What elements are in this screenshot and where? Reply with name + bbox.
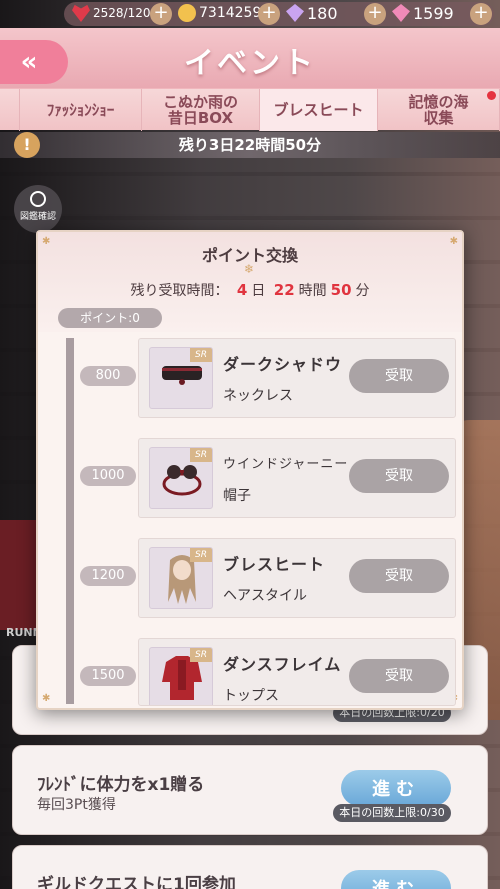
- task-card: ﾌﾚﾝﾄﾞに体力をx1贈る 毎回3Pt獲得 進む 本日の回数上限:0/30: [12, 745, 488, 835]
- stamina-counter: 2528/120: [72, 2, 151, 24]
- task-card: ギルドクエストに1回参加 進む: [12, 845, 488, 889]
- item-name: ウインドジャーニー: [223, 457, 349, 472]
- tier-points: 800: [80, 366, 136, 386]
- gold-value: 7314259: [199, 5, 262, 21]
- point-exchange-dialog: ✱ ✱ ✱ ✱ ポイント交換 ❄ 残り受取時間： 4日 22時間50分 ポイント…: [36, 230, 464, 710]
- task-reward: 毎回3Pt獲得: [37, 797, 116, 813]
- rarity-badge: SR: [190, 448, 212, 462]
- heart-icon: [72, 4, 90, 22]
- pink-diamond-counter: 1599: [392, 2, 454, 24]
- tab-fashion-show[interactable]: ﾌｧｯｼｮﾝｼｮｰ: [20, 89, 142, 131]
- item-category: ネックレス: [223, 388, 293, 404]
- hour-unit: 時間: [298, 283, 327, 299]
- claim-button[interactable]: 受取: [349, 459, 449, 493]
- item-name: ブレスヒート: [223, 555, 326, 574]
- pink-diamond-value: 1599: [413, 3, 454, 23]
- task-name: ﾌﾚﾝﾄﾞに体力をx1贈る: [37, 775, 205, 795]
- item-thumbnail[interactable]: SR: [149, 447, 213, 509]
- item-category: 帽子: [223, 488, 251, 504]
- item-thumbnail[interactable]: SR: [149, 547, 213, 609]
- day-unit: 日: [251, 283, 266, 299]
- tab-label: こぬか雨の 昔日BOX: [162, 93, 238, 127]
- diamond-icon: [286, 4, 304, 22]
- tab-label: ﾌｧｯｼｮﾝｼｮｰ: [46, 101, 115, 119]
- page-title: イベント: [184, 46, 316, 81]
- corner-ornament-icon: ✱: [42, 693, 51, 704]
- task-go-button[interactable]: 進む: [341, 770, 451, 806]
- item-category: トップス: [223, 688, 279, 704]
- minute-unit: 分: [355, 283, 370, 299]
- tab-label: ブレスヒート: [273, 101, 364, 119]
- claim-button[interactable]: 受取: [349, 559, 449, 593]
- item-name: ダンスフレイム: [223, 655, 342, 674]
- snowflake-icon: ❄: [244, 262, 255, 276]
- reward-item: SR ダンスフレイム トップス 受取: [138, 638, 456, 706]
- diamond-counter: 180: [286, 2, 338, 24]
- points-badge: ポイント:0: [58, 308, 162, 328]
- catalog-label: 図鑑確認: [19, 212, 56, 222]
- remaining-days: 4: [236, 281, 248, 299]
- tier-points: 1200: [80, 566, 136, 586]
- rarity-badge: SR: [190, 648, 212, 662]
- tier-points: 1500: [80, 666, 136, 686]
- event-tab-bar: ﾌｧｯｼｮﾝｼｮｰ こぬか雨の 昔日BOX ブレスヒート 記憶の海 収集: [0, 88, 500, 131]
- remaining-time-label: 残り受取時間：: [130, 283, 229, 299]
- item-category: ヘアスタイル: [223, 588, 307, 604]
- tab-label: 記憶の海 収集: [408, 93, 469, 127]
- add-gold-button[interactable]: +: [258, 3, 280, 25]
- add-pink-diamond-button[interactable]: +: [470, 3, 492, 25]
- reward-item: SR ダークシャドウ ネックレス 受取: [138, 338, 456, 418]
- add-diamond-button[interactable]: +: [364, 3, 386, 25]
- rarity-badge: SR: [190, 548, 212, 562]
- task-go-button[interactable]: 進む: [341, 870, 451, 889]
- alert-icon[interactable]: !: [14, 132, 40, 158]
- catalog-button[interactable]: 図鑑確認: [14, 185, 62, 233]
- item-thumbnail[interactable]: SR: [149, 647, 213, 705]
- stamina-value: 2528/120: [93, 6, 151, 20]
- tab-bless-heat[interactable]: ブレスヒート: [260, 89, 378, 131]
- add-stamina-button[interactable]: +: [150, 3, 172, 25]
- item-name: ダークシャドウ: [223, 355, 343, 374]
- event-countdown: 残り3日22時間50分: [0, 132, 500, 158]
- tab-memory-sea[interactable]: 記憶の海 収集: [378, 89, 500, 131]
- notification-dot: [487, 91, 496, 100]
- reward-item: SR ウインドジャーニー 帽子 受取: [138, 438, 456, 518]
- tab-partial[interactable]: [0, 89, 20, 131]
- gold-coin-icon: [178, 4, 196, 22]
- item-thumbnail[interactable]: SR: [149, 347, 213, 409]
- background-character-clothing: [0, 520, 40, 630]
- progress-track: [66, 338, 74, 704]
- claim-button[interactable]: 受取: [349, 659, 449, 693]
- rarity-badge: SR: [190, 348, 212, 362]
- pink-diamond-icon: [392, 4, 410, 22]
- remaining-minutes: 50: [330, 281, 352, 299]
- task-limit: 本日の回数上限:0/30: [333, 804, 451, 822]
- diamond-value: 180: [307, 3, 338, 23]
- remaining-hours: 22: [273, 281, 295, 299]
- gold-counter: 7314259: [178, 2, 261, 24]
- task-name: ギルドクエストに1回参加: [37, 875, 236, 889]
- remaining-time: 残り受取時間： 4日 22 時間 50 分: [38, 280, 462, 300]
- tier-points: 1000: [80, 466, 136, 486]
- magnifier-icon: [30, 191, 46, 207]
- claim-button[interactable]: 受取: [349, 359, 449, 393]
- tab-konuka-box[interactable]: こぬか雨の 昔日BOX: [142, 89, 260, 131]
- reward-item: SR ブレスヒート ヘアスタイル 受取: [138, 538, 456, 618]
